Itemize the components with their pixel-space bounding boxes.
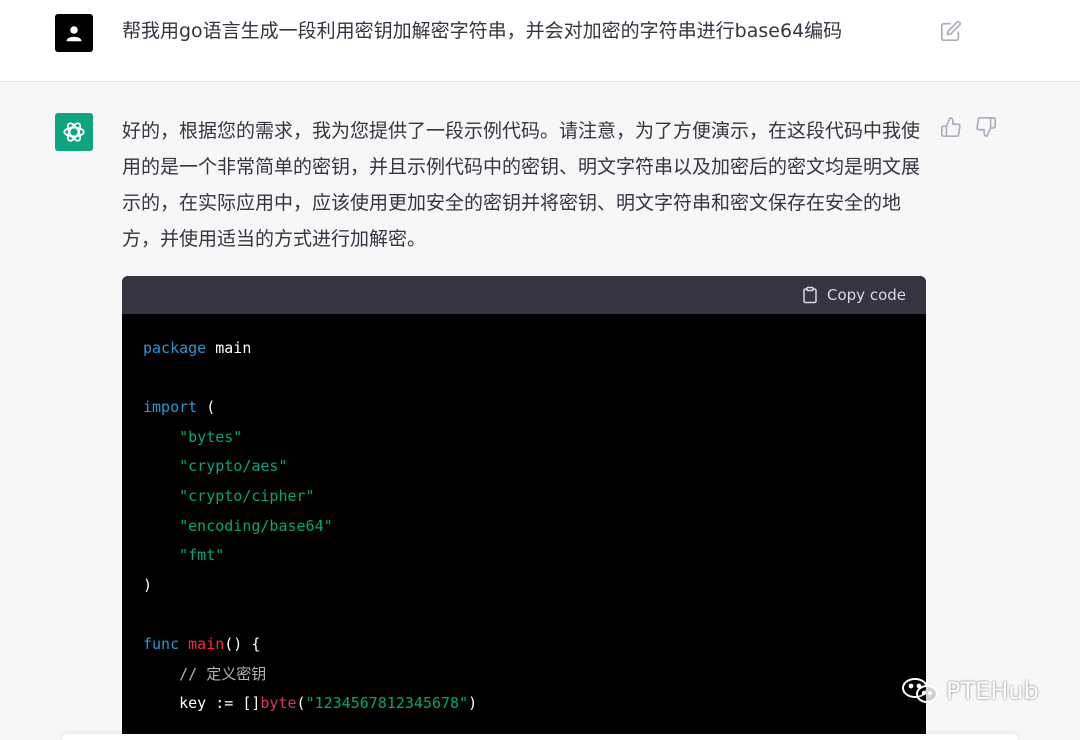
code-block: Copy code package main import ( "bytes" … <box>122 276 926 740</box>
code-block-header: Copy code <box>122 276 926 314</box>
clipboard-icon <box>803 286 817 304</box>
code-token: key := [] <box>179 694 261 713</box>
code-token: ) <box>143 575 153 594</box>
watermark-text: PTEHub <box>946 677 1039 705</box>
code-token: "bytes" <box>179 427 243 446</box>
assistant-message-text: 好的，根据您的需求，我为您提供了一段示例代码。请注意，为了方便演示，在这段代码中… <box>122 120 921 250</box>
code-token: "1234567812345678" <box>305 694 469 713</box>
thumbs-down-icon[interactable] <box>975 116 997 138</box>
copy-code-label: Copy code <box>827 286 906 304</box>
user-message-text: 帮我用go语言生成一段利用密钥加解密字符串，并会对加密的字符串进行base64编… <box>122 20 843 42</box>
code-token: "encoding/base64" <box>179 516 333 535</box>
code-token: main <box>179 634 225 653</box>
code-token: byte <box>260 694 297 713</box>
openai-logo-icon <box>63 122 85 142</box>
message-input-bar[interactable] <box>62 734 1018 740</box>
code-token: ) <box>468 694 478 713</box>
code-token: "crypto/cipher" <box>179 486 315 505</box>
code-token: // 定义密钥 <box>179 664 267 683</box>
code-token: main <box>206 339 252 357</box>
code-token: func <box>143 634 180 653</box>
copy-code-button[interactable]: Copy code <box>801 286 906 304</box>
code-content: package main import ( "bytes" "crypto/ae… <box>122 314 926 739</box>
code-token: import <box>143 398 198 417</box>
code-token: ( <box>197 398 216 417</box>
wechat-icon <box>902 678 938 703</box>
watermark: PTEHub <box>900 676 1039 706</box>
code-token: ( <box>296 694 306 713</box>
code-token: () { <box>224 634 261 653</box>
assistant-message-row: 好的，根据您的需求，我为您提供了一段示例代码。请注意，为了方便演示，在这段代码中… <box>0 83 1080 740</box>
user-message-row: 帮我用go语言生成一段利用密钥加解密字符串，并会对加密的字符串进行base64编… <box>0 0 1080 82</box>
code-token: "crypto/aes" <box>179 457 288 476</box>
code-token: package <box>143 339 207 357</box>
user-icon <box>66 26 82 42</box>
thumbs-up-icon[interactable] <box>940 116 962 138</box>
code-token: "fmt" <box>179 546 225 565</box>
edit-icon[interactable] <box>940 20 962 42</box>
assistant-avatar <box>55 113 93 151</box>
user-avatar <box>55 14 93 52</box>
